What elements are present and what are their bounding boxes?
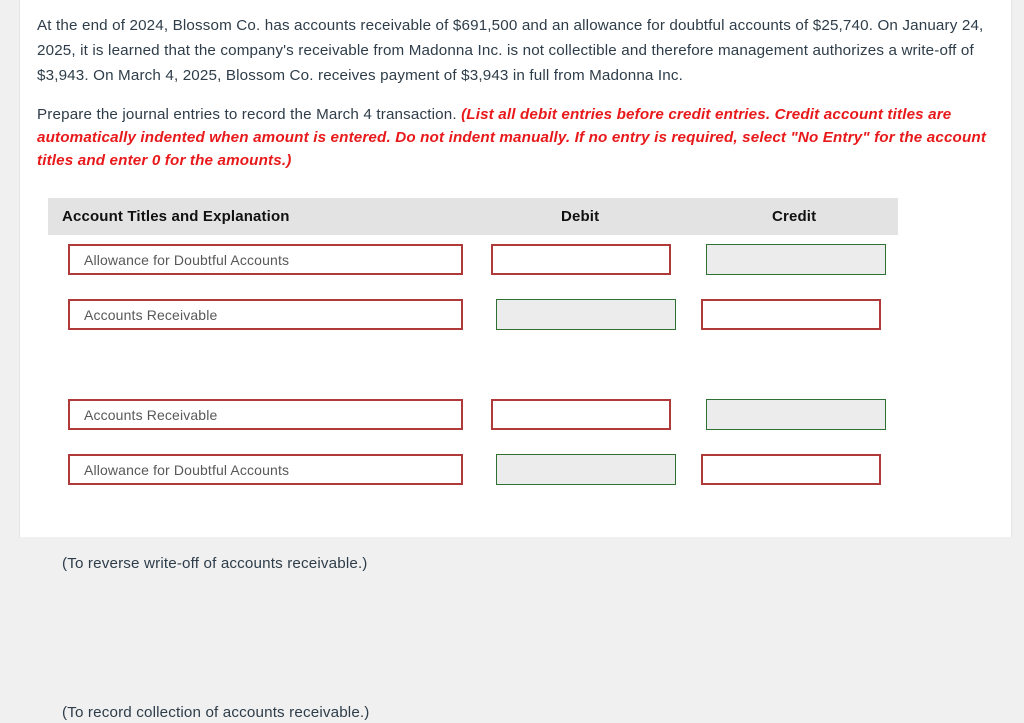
instruction-block: Prepare the journal entries to record th… [37, 104, 987, 172]
debit-input-3[interactable] [491, 399, 671, 430]
account-title-select-1[interactable]: Allowance for Doubtful Accounts [68, 244, 463, 275]
table-row: Accounts Receivable [48, 390, 898, 445]
instruction-plain-text: Prepare the journal entries to record th… [37, 106, 457, 123]
credit-input-1 [706, 244, 886, 275]
credit-value-2 [703, 301, 879, 328]
page-root: At the end of 2024, Blossom Co. has acco… [0, 0, 1024, 721]
content-inner: At the end of 2024, Blossom Co. has acco… [37, 0, 1011, 721]
column-header-debit: Debit [561, 208, 600, 225]
debit-value-2 [497, 300, 675, 329]
table-row: Allowance for Doubtful Accounts [48, 445, 898, 500]
account-title-value-3: Accounts Receivable [84, 406, 218, 423]
credit-input-3 [706, 399, 886, 430]
table-header-row: Account Titles and Explanation Debit Cre… [48, 198, 898, 235]
debit-value-4 [497, 455, 675, 484]
table-row: Accounts Receivable [48, 290, 898, 345]
credit-input-4[interactable] [701, 454, 881, 485]
table-row: Allowance for Doubtful Accounts [48, 235, 898, 290]
column-header-account-titles: Account Titles and Explanation [62, 208, 290, 225]
debit-input-4 [496, 454, 676, 485]
entry-explanation-2: (To record collection of accounts receiv… [62, 704, 370, 721]
debit-input-1[interactable] [491, 244, 671, 275]
credit-value-4 [703, 456, 879, 483]
entry-explanation-1: (To reverse write-off of accounts receiv… [62, 555, 368, 572]
content-card: At the end of 2024, Blossom Co. has acco… [19, 0, 1012, 721]
debit-input-2 [496, 299, 676, 330]
account-title-select-2[interactable]: Accounts Receivable [68, 299, 463, 330]
row-spacer [48, 345, 898, 390]
account-title-value-2: Accounts Receivable [84, 306, 218, 323]
debit-value-3 [493, 401, 669, 428]
account-title-select-4[interactable]: Allowance for Doubtful Accounts [68, 454, 463, 485]
credit-value-1 [707, 245, 885, 274]
problem-statement: At the end of 2024, Blossom Co. has acco… [37, 17, 984, 84]
credit-input-2[interactable] [701, 299, 881, 330]
account-title-value-1: Allowance for Doubtful Accounts [84, 251, 290, 268]
account-title-select-3[interactable]: Accounts Receivable [68, 399, 463, 430]
debit-value-1 [493, 246, 669, 273]
account-title-value-4: Allowance for Doubtful Accounts [84, 461, 290, 478]
credit-value-3 [707, 400, 885, 429]
column-header-credit: Credit [772, 208, 817, 225]
journal-entry-table: Account Titles and Explanation Debit Cre… [48, 198, 898, 721]
